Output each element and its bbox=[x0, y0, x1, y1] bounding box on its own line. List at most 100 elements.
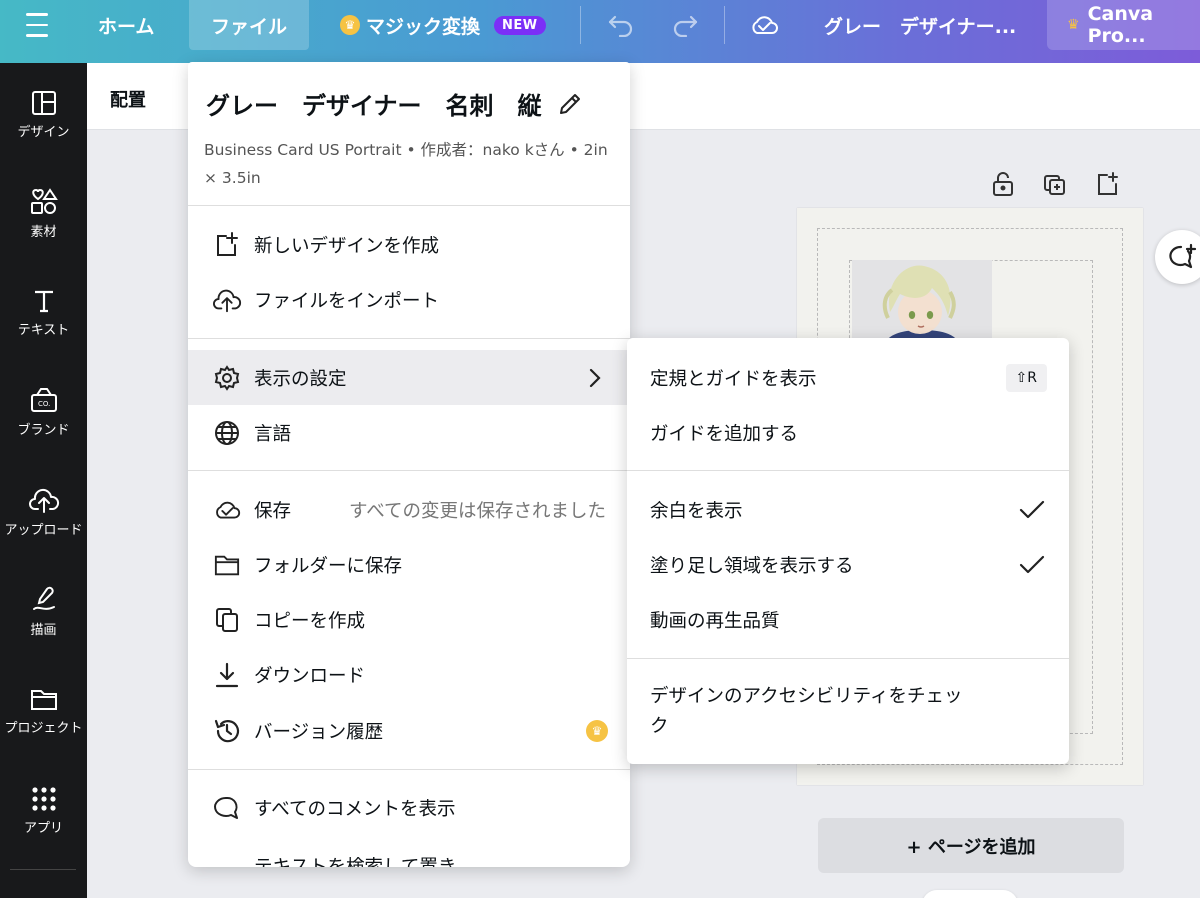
sidebar-item-apps[interactable]: アプリ bbox=[0, 785, 87, 836]
divider bbox=[188, 338, 630, 339]
import-file-item[interactable]: ファイルをインポート bbox=[188, 272, 630, 327]
folder-icon bbox=[214, 555, 240, 575]
lock-icon[interactable] bbox=[990, 170, 1016, 198]
sidebar-item-upload[interactable]: アップロード bbox=[0, 485, 87, 538]
redo-icon bbox=[673, 15, 698, 37]
pencil-icon[interactable] bbox=[556, 90, 584, 118]
upload-icon bbox=[28, 488, 59, 513]
menu-item-label: 言語 bbox=[254, 423, 292, 445]
comment-button[interactable] bbox=[1155, 230, 1200, 284]
cloud-check-icon bbox=[216, 501, 241, 518]
file-menu: グレー デザイナー 名刺 縦 Business Card US Portrait… bbox=[188, 62, 630, 867]
divider bbox=[724, 6, 725, 44]
history-icon bbox=[214, 719, 240, 742]
save-item[interactable]: 保存 すべての変更は保存されました bbox=[188, 482, 630, 537]
sidebar-item-projects[interactable]: プロジェクト bbox=[0, 685, 87, 736]
menu-item-label: コピーを作成 bbox=[254, 610, 366, 632]
sidebar-item-draw[interactable]: 描画 bbox=[0, 585, 87, 638]
gear-icon bbox=[214, 364, 240, 391]
divider bbox=[627, 658, 1069, 659]
divider bbox=[580, 6, 581, 44]
download-icon bbox=[215, 662, 239, 687]
menu-item-label: テキストを検索して置き bbox=[254, 853, 456, 867]
chevron-right-icon bbox=[589, 368, 601, 387]
canva-pro-button[interactable]: ♛ Canva Pro... bbox=[1047, 0, 1200, 50]
menu-button[interactable] bbox=[24, 0, 50, 50]
globe-icon bbox=[215, 420, 239, 445]
redo-button[interactable] bbox=[670, 0, 700, 50]
show-bleed-item[interactable]: 塗り足し領域を表示する bbox=[627, 537, 1069, 592]
crown-icon: ♛ bbox=[340, 15, 360, 35]
sidebar-item-brand[interactable]: CO. ブランド bbox=[0, 385, 87, 438]
undo-button[interactable] bbox=[606, 0, 636, 50]
upload-icon bbox=[213, 289, 242, 312]
copy-icon bbox=[216, 607, 238, 632]
menu-item-label: 塗り足し領域を表示する bbox=[650, 555, 854, 577]
menu-item-label: バージョン履歴 bbox=[254, 721, 384, 743]
sidebar-item-text[interactable]: テキスト bbox=[0, 287, 87, 338]
make-copy-item[interactable]: コピーを作成 bbox=[188, 592, 630, 647]
document-title[interactable]: グレー デザイナー... bbox=[824, 0, 1016, 50]
language-item[interactable]: 言語 bbox=[188, 405, 630, 460]
show-comments-item[interactable]: すべてのコメントを表示 bbox=[188, 780, 630, 835]
divider bbox=[10, 869, 76, 870]
home-button[interactable]: ホーム bbox=[98, 0, 154, 50]
canva-pro-label: Canva Pro... bbox=[1087, 3, 1154, 47]
text-icon bbox=[34, 290, 53, 313]
accessibility-check-item[interactable]: デザインのアクセシビリティをチェック bbox=[627, 668, 967, 748]
elements-icon bbox=[30, 188, 58, 214]
sidebar-item-elements[interactable]: 素材 bbox=[0, 187, 87, 240]
download-item[interactable]: ダウンロード bbox=[188, 647, 630, 702]
top-bar: ホーム ファイル ♛ マジック変換 NEW グレー デザイナー... ♛ Can… bbox=[0, 0, 1200, 63]
shortcut-badge: ⇧R bbox=[1005, 363, 1047, 392]
show-rulers-guides-item[interactable]: 定規とガイドを表示 ⇧R bbox=[627, 350, 1069, 405]
new-badge: NEW bbox=[494, 15, 546, 35]
sidebar-item-label: アプリ bbox=[23, 821, 63, 836]
menu-item-label: ガイドを追加する bbox=[650, 423, 799, 445]
save-status-text: すべての変更は保存されました bbox=[349, 500, 606, 522]
sidebar-item-label: テキスト bbox=[17, 323, 70, 338]
avatar-illustration bbox=[852, 260, 992, 348]
sidebar-item-design[interactable]: デザイン bbox=[0, 89, 87, 140]
sidebar: デザイン 素材 テキスト CO. ブランド アップロード 描画 プロジェクト ア… bbox=[0, 63, 87, 898]
crown-icon: ♛ bbox=[1067, 17, 1080, 33]
menu-item-label: 表示の設定 bbox=[254, 368, 347, 390]
view-settings-item[interactable]: 表示の設定 bbox=[188, 350, 630, 405]
sidebar-item-label: 描画 bbox=[30, 623, 57, 638]
duplicate-page-icon[interactable] bbox=[1042, 170, 1068, 198]
magic-switch-label: マジック変換 bbox=[366, 15, 481, 38]
check-icon bbox=[1019, 555, 1045, 573]
file-menu-button[interactable]: ファイル bbox=[189, 0, 309, 50]
add-guides-item[interactable]: ガイドを追加する bbox=[627, 405, 1069, 460]
sidebar-item-label: ブランド bbox=[17, 423, 70, 438]
save-to-folder-item[interactable]: フォルダーに保存 bbox=[188, 537, 630, 592]
magic-switch-button[interactable]: ♛ マジック変換 NEW bbox=[340, 0, 546, 50]
show-margins-item[interactable]: 余白を表示 bbox=[627, 482, 1069, 537]
page-navigator[interactable] bbox=[922, 890, 1018, 898]
menu-item-label: 新しいデザインを作成 bbox=[254, 235, 440, 257]
add-page-icon[interactable] bbox=[1094, 170, 1120, 198]
menu-item-label: フォルダーに保存 bbox=[254, 555, 403, 577]
apps-icon bbox=[31, 787, 56, 811]
cloud-check-icon bbox=[752, 16, 778, 34]
video-quality-item[interactable]: 動画の再生品質 bbox=[627, 592, 1069, 647]
divider bbox=[188, 769, 630, 770]
menu-item-label: 定規とガイドを表示 bbox=[650, 368, 817, 390]
menu-item-label: すべてのコメントを表示 bbox=[254, 798, 456, 820]
add-page-button[interactable]: + ページを追加 bbox=[818, 818, 1124, 873]
page-actions bbox=[990, 170, 1120, 198]
find-replace-item[interactable]: テキストを検索して置き bbox=[188, 837, 630, 867]
menu-item-label: 余白を表示 bbox=[650, 500, 743, 522]
sidebar-item-label: プロジェクト bbox=[4, 721, 83, 736]
undo-icon bbox=[608, 15, 633, 37]
position-button[interactable]: 配置 bbox=[110, 86, 146, 112]
character-image[interactable] bbox=[852, 260, 992, 348]
create-new-design-item[interactable]: 新しいデザインを作成 bbox=[188, 217, 630, 272]
version-history-item[interactable]: バージョン履歴 ♛ bbox=[188, 703, 630, 758]
menu-item-label: デザインのアクセシビリティをチェック bbox=[650, 686, 963, 737]
save-status-button[interactable] bbox=[748, 0, 780, 50]
design-title[interactable]: グレー デザイナー 名刺 縦 bbox=[206, 86, 584, 121]
design-title-text: グレー デザイナー 名刺 縦 bbox=[206, 92, 542, 120]
check-icon bbox=[1019, 500, 1045, 518]
menu-item-label: 動画の再生品質 bbox=[650, 610, 780, 632]
